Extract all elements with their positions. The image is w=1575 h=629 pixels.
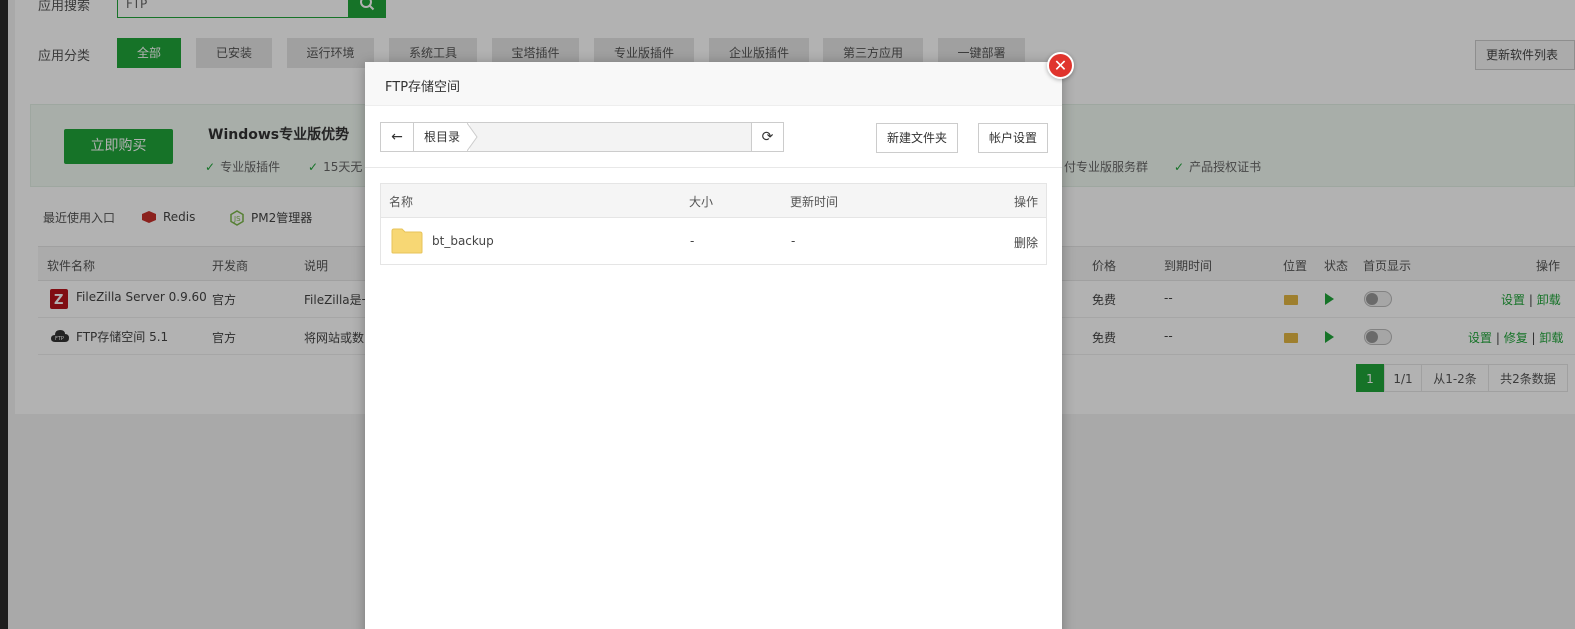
back-arrow-icon: ←: [391, 129, 403, 145]
breadcrumb-separator-icon: [467, 123, 478, 151]
col-file-ops: 操作: [1014, 195, 1039, 209]
refresh-icon: ⟳: [761, 129, 774, 145]
dialog-title: FTP存储空间: [385, 80, 461, 95]
file-row[interactable]: bt_backup - - 删除: [381, 218, 1046, 264]
divider: [365, 167, 1062, 168]
file-size: -: [690, 234, 695, 248]
col-file-size: 大小: [689, 195, 714, 209]
folder-icon: [391, 228, 423, 254]
back-button[interactable]: ←: [381, 123, 414, 151]
col-file-name: 名称: [389, 195, 414, 209]
close-icon: ✕: [1053, 56, 1068, 75]
new-folder-button[interactable]: 新建文件夹: [876, 123, 959, 153]
ftp-storage-dialog: FTP存储空间 ← 根目录 ⟳ 新建文件夹 帐户设置 名称 大小 更新时间 操作…: [365, 62, 1062, 629]
file-time: -: [791, 234, 796, 248]
file-table: 名称 大小 更新时间 操作 bt_backup - - 删除: [380, 183, 1047, 265]
account-settings-button[interactable]: 帐户设置: [978, 123, 1049, 153]
col-file-time: 更新时间: [790, 195, 839, 209]
delete-link[interactable]: 删除: [1014, 234, 1038, 251]
refresh-button[interactable]: ⟳: [751, 123, 783, 151]
file-name[interactable]: bt_backup: [432, 234, 494, 248]
breadcrumb-root[interactable]: 根目录: [414, 123, 471, 151]
file-table-header: 名称 大小 更新时间 操作: [381, 184, 1046, 218]
close-dialog-button[interactable]: ✕: [1047, 52, 1074, 79]
path-bar: ← 根目录 ⟳: [380, 122, 784, 152]
dialog-header: FTP存储空间: [365, 62, 1062, 106]
